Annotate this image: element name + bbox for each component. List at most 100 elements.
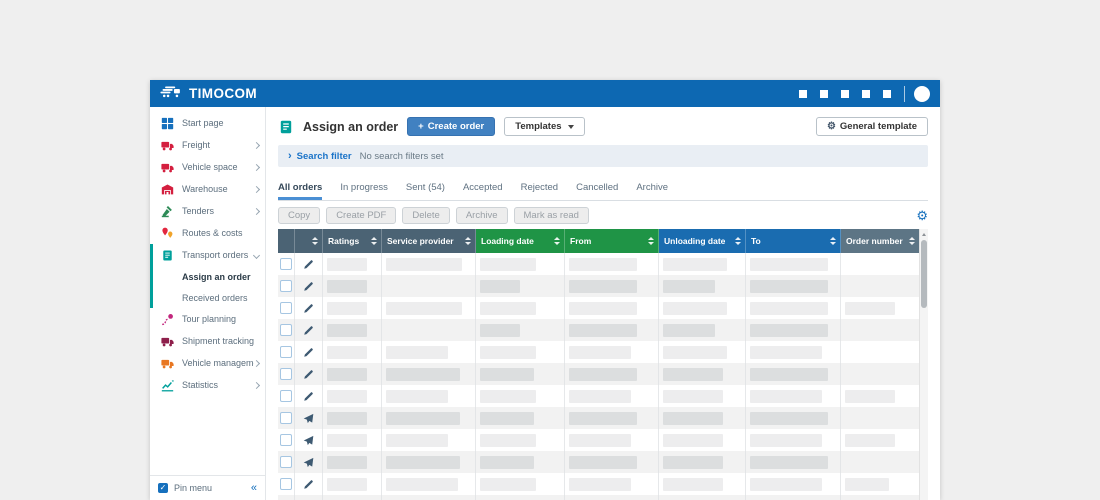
table-row[interactable] [278,319,920,341]
sidebar-item-tenders[interactable]: Tenders [150,200,265,222]
placeholder-bar [750,456,828,469]
sidebar-item-assign-an-order[interactable]: Assign an order [153,266,265,287]
sidebar-item-freight[interactable]: Freight [150,134,265,156]
placeholder-bar [663,412,723,425]
table-scrollbar[interactable] [919,229,928,500]
placeholder-bar [750,346,822,359]
row-checkbox[interactable] [280,456,292,468]
sort-icon[interactable] [371,237,377,245]
pencil-icon[interactable] [303,259,314,270]
toolbar-button-mark-as-read[interactable]: Mark as read [514,207,589,224]
sidebar-item-vehicle-management[interactable]: Vehicle management [150,352,265,374]
sort-icon[interactable] [735,237,741,245]
pencil-icon[interactable] [303,347,314,358]
sidebar-item-shipment-tracking[interactable]: Shipment tracking [150,330,265,352]
toolbar-button-copy[interactable]: Copy [278,207,320,224]
toolbar-button-delete[interactable]: Delete [402,207,449,224]
header-menu-square-icon[interactable] [883,90,891,98]
row-checkbox[interactable] [280,324,292,336]
send-icon[interactable] [303,457,314,468]
table-row[interactable] [278,363,920,385]
templates-button[interactable]: Templates [504,117,584,136]
tab-rejected[interactable]: Rejected [521,182,559,200]
column-header-order-number[interactable]: Order number [841,229,920,253]
table-row[interactable] [278,407,920,429]
row-checkbox[interactable] [280,368,292,380]
table-row[interactable] [278,275,920,297]
pencil-icon[interactable] [303,369,314,380]
tab-all-orders[interactable]: All orders [278,182,322,200]
pencil-icon[interactable] [303,391,314,402]
create-order-button[interactable]: + Create order [407,117,495,136]
row-checkbox[interactable] [280,302,292,314]
toolbar-button-create-pdf[interactable]: Create PDF [326,207,396,224]
column-header-from[interactable]: From [565,229,659,253]
pencil-icon[interactable] [303,281,314,292]
tab-accepted[interactable]: Accepted [463,182,503,200]
sidebar-item-tour-planning[interactable]: Tour planning [150,308,265,330]
sort-icon[interactable] [465,237,471,245]
column-header-service-provider[interactable]: Service provider [382,229,476,253]
pencil-icon[interactable] [303,479,314,490]
sidebar-item-routes-costs[interactable]: Routes & costs [150,222,265,244]
sort-icon[interactable] [830,237,836,245]
sort-icon[interactable] [554,237,560,245]
sidebar-item-transport-orders[interactable]: Transport orders [153,244,265,266]
table-row[interactable] [278,429,920,451]
row-checkbox[interactable] [280,434,292,446]
row-checkbox[interactable] [280,346,292,358]
row-checkbox[interactable] [280,258,292,270]
column-header-ratings[interactable]: Ratings [323,229,382,253]
column-header-unloading-date[interactable]: Unloading date [659,229,746,253]
cell-loading-date [476,473,565,495]
pin-menu-checkbox[interactable]: ✓ [158,483,168,493]
brand-logo[interactable]: TIMOCOM [160,85,257,103]
pencil-icon[interactable] [303,303,314,314]
sidebar-item-statistics[interactable]: Statistics [150,374,265,396]
column-header-action[interactable] [295,229,323,253]
row-checkbox[interactable] [280,280,292,292]
scrollbar-thumb[interactable] [921,240,927,308]
table-row[interactable] [278,451,920,473]
header-menu-square-icon[interactable] [799,90,807,98]
send-icon[interactable] [303,413,314,424]
table-row[interactable] [278,495,920,500]
row-checkbox[interactable] [280,478,292,490]
column-header-loading-date[interactable]: Loading date [476,229,565,253]
cell-action [295,341,323,363]
sort-icon[interactable] [909,237,915,245]
user-avatar[interactable] [914,86,930,102]
header-menu-square-icon[interactable] [862,90,870,98]
sort-icon[interactable] [648,237,654,245]
table-row[interactable] [278,473,920,495]
collapse-sidebar-icon[interactable]: « [251,483,257,494]
table-row[interactable] [278,297,920,319]
tab-in-progress[interactable]: In progress [340,182,388,200]
placeholder-bar [386,390,448,403]
pencil-icon[interactable] [303,325,314,336]
sidebar-item-warehouse[interactable]: Warehouse [150,178,265,200]
table-row[interactable] [278,341,920,363]
table-row[interactable] [278,385,920,407]
sidebar-item-vehicle-space[interactable]: Vehicle space [150,156,265,178]
column-header-to[interactable]: To [746,229,841,253]
search-filter-bar[interactable]: › Search filter No search filters set [278,145,928,167]
row-checkbox[interactable] [280,412,292,424]
sidebar-item-received-orders[interactable]: Received orders [153,287,265,308]
toolbar-button-archive[interactable]: Archive [456,207,508,224]
sidebar-item-start-page[interactable]: Start page [150,112,265,134]
table-row[interactable] [278,253,920,275]
table-settings-gear-icon[interactable]: ⚙ [916,209,928,222]
scrollbar-up-button[interactable] [920,229,928,239]
header-menu-square-icon[interactable] [820,90,828,98]
send-icon[interactable] [303,435,314,446]
sort-icon[interactable] [312,237,318,245]
row-checkbox[interactable] [280,390,292,402]
tab-archive[interactable]: Archive [636,182,668,200]
pin-menu[interactable]: ✓ Pin menu « [150,475,265,500]
tab-cancelled[interactable]: Cancelled [576,182,618,200]
tab-sent-54[interactable]: Sent (54) [406,182,445,200]
sidebar-item-label: Freight [182,140,210,150]
header-menu-square-icon[interactable] [841,90,849,98]
general-template-button[interactable]: ⚙ General template [816,117,928,136]
